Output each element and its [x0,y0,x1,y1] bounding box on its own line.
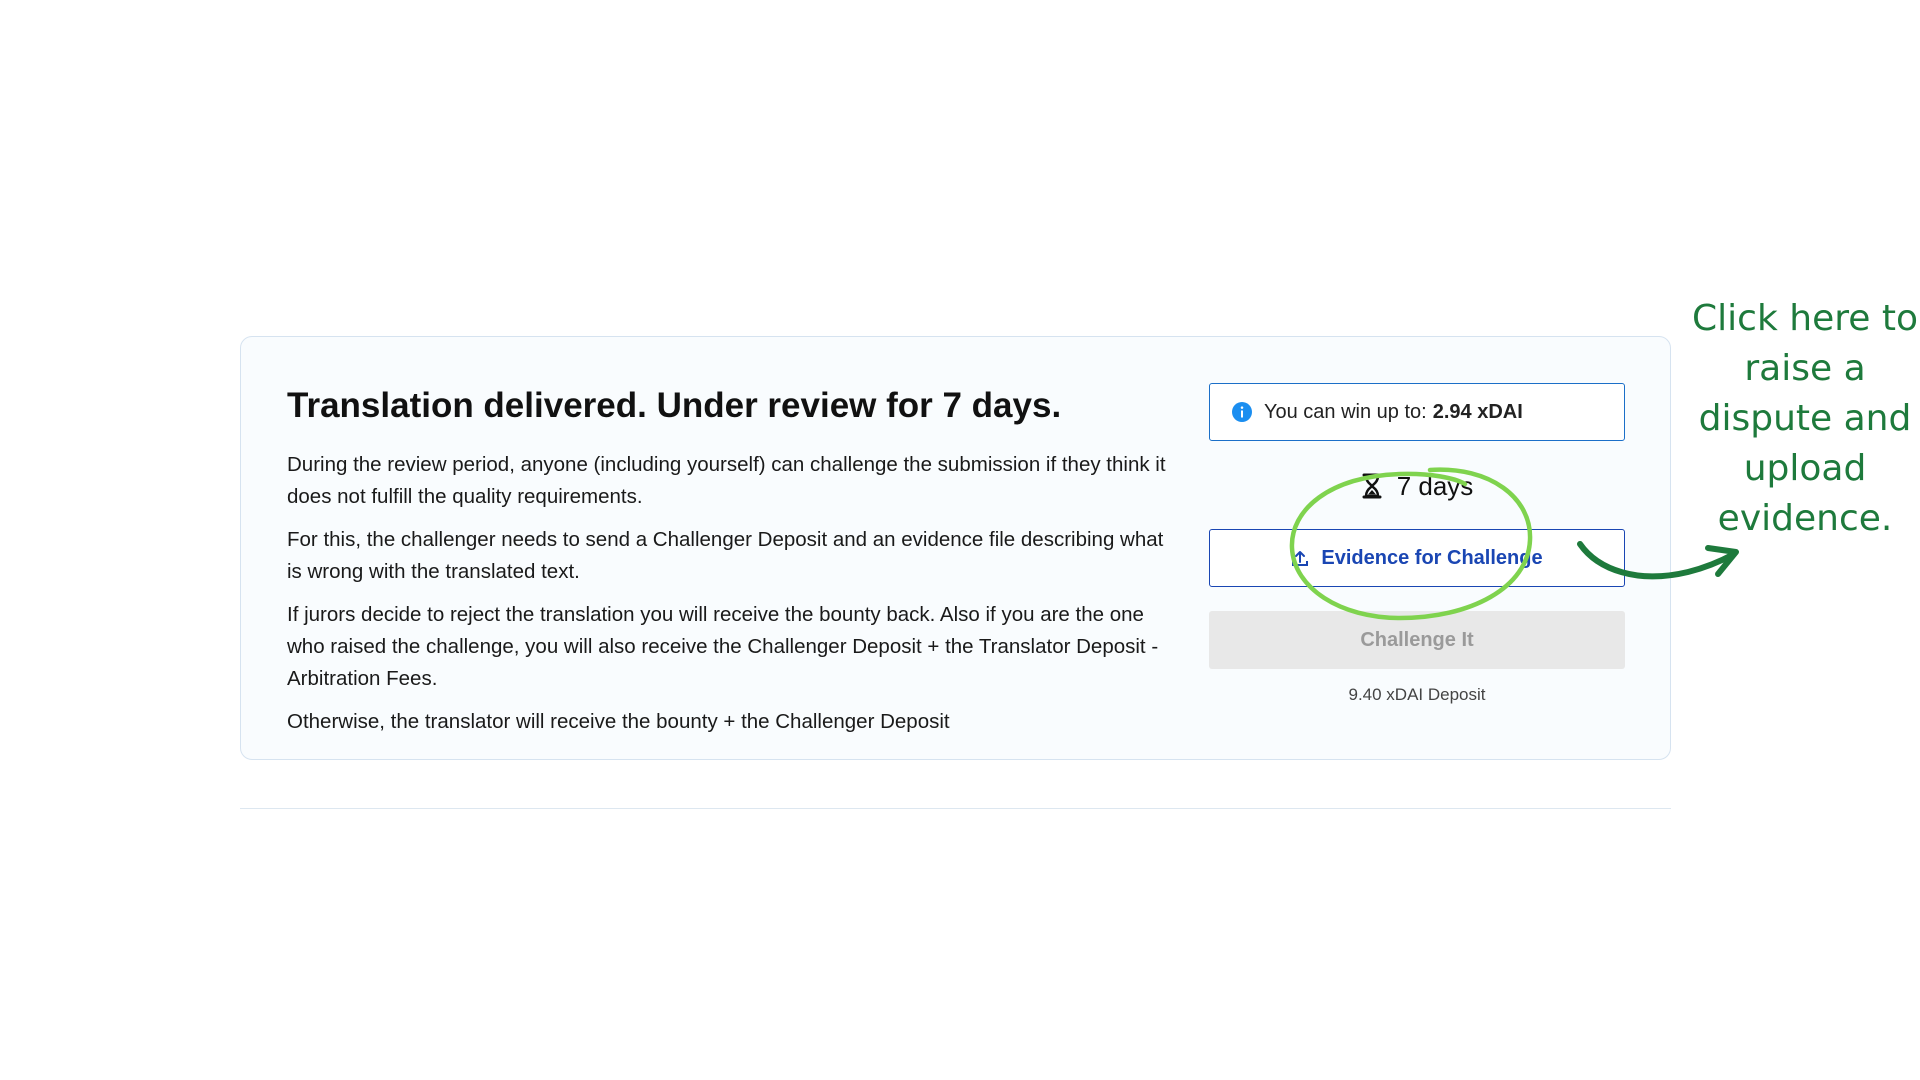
review-timer: 7 days [1209,469,1625,503]
challenge-it-button[interactable]: Challenge It [1209,611,1625,669]
upload-icon [1292,551,1309,566]
card-title: Translation delivered. Under review for … [287,386,1062,425]
page: Translation delivered. Under review for … [0,0,1920,1080]
review-card: Translation delivered. Under review for … [240,336,1671,760]
challenger-deposit-paragraph: For this, the challenger needs to send a… [287,528,1164,583]
timer-value: 7 days [1396,470,1474,501]
evidence-for-challenge-button[interactable]: Evidence for Challenge [1209,529,1625,587]
hourglass-icon [1362,473,1382,499]
challenge-button-label: Challenge It [1360,628,1474,651]
win-value: 2.94 xDAI [1432,400,1523,423]
info-icon [1232,402,1252,422]
challenge-panel: You can win up to: 2.94 xDAI 7 days Evid… [1209,383,1625,705]
evidence-button-label: Evidence for Challenge [1321,546,1543,569]
review-period-paragraph: During the review period, anyone (includ… [287,453,1166,508]
section-divider [240,808,1671,809]
deposit-amount: 9.40 xDAI Deposit [1348,685,1486,704]
jurors-reject-paragraph: If jurors decide to reject the translati… [287,603,1159,690]
win-info-box: You can win up to: 2.94 xDAI [1209,383,1625,441]
review-description: Translation delivered. Under review for … [287,385,1167,749]
otherwise-paragraph: Otherwise, the translator will receive t… [287,710,950,733]
win-label: You can win up to: [1264,400,1427,423]
annotation-callout: Click here to raise a dispute and upload… [1692,298,1918,539]
